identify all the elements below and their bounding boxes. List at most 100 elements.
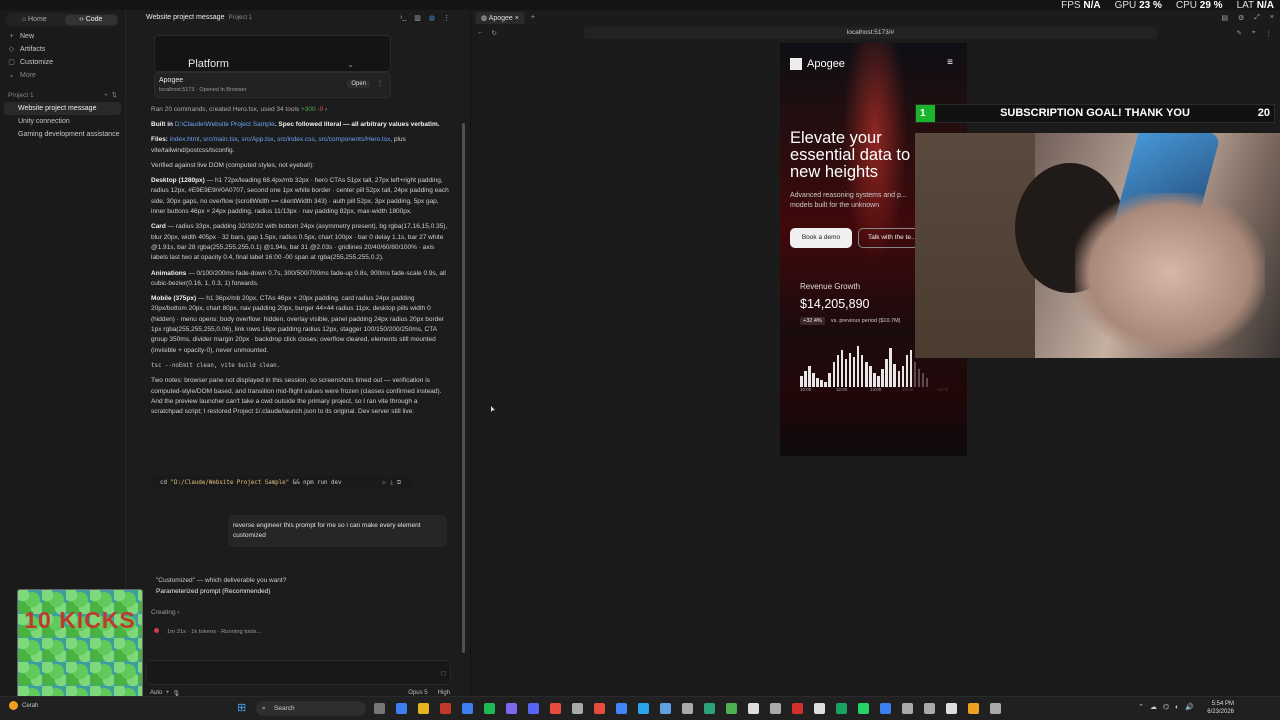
taskbar-app-icon[interactable] — [902, 703, 913, 714]
kicks-overlay: 10 KICKS — [17, 589, 143, 707]
taskbar-app-icon[interactable] — [572, 703, 583, 714]
reload-icon[interactable]: ↻ — [492, 29, 497, 37]
revenue-chart — [800, 341, 930, 387]
inspect-icon[interactable]: ⌖ — [1252, 29, 1256, 37]
filter-icon[interactable]: ⇅ — [112, 92, 117, 99]
taskbar-app-icon[interactable] — [770, 703, 781, 714]
sidebar-item-new[interactable]: + New — [0, 30, 125, 43]
panel-icon[interactable]: ▤ — [1221, 14, 1228, 22]
clock-date: 6/23/2026 — [1207, 709, 1234, 715]
chart-bar — [816, 377, 819, 387]
taskbar-app-icon[interactable] — [814, 703, 825, 714]
file-link[interactable]: src/components/Hero.tsx — [318, 136, 390, 143]
sidebar-item-artifacts[interactable]: ◇ Artifacts — [0, 43, 125, 56]
menu-icon[interactable]: ≡ — [947, 57, 953, 68]
taskbar-app-icon[interactable] — [550, 703, 561, 714]
panel-icon[interactable]: ▥ — [414, 14, 421, 22]
send-icon[interactable]: ◻ — [441, 670, 446, 677]
path-link[interactable]: D:\Claude\Website Project Sample — [175, 121, 275, 128]
creating-label: Creating — [151, 609, 176, 616]
book-demo-button[interactable]: Book a demo — [790, 228, 852, 248]
user-message: reverse engineer this prompt for me so i… — [228, 515, 447, 547]
file-link[interactable]: src/index.css — [277, 136, 315, 143]
chart-bar — [877, 375, 880, 387]
project-item[interactable]: Website project message — [4, 102, 121, 115]
project-item[interactable]: Gaming development assistance — [0, 128, 125, 141]
taskbar-app-icon[interactable] — [418, 703, 429, 714]
taskbar-app-icon[interactable] — [462, 703, 473, 714]
taskbar-app-icon[interactable] — [748, 703, 759, 714]
mobile-text: — h1 36px/mb 20px, CTAs 46px × 20px padd… — [151, 295, 445, 354]
taskbar-app-icon[interactable] — [836, 703, 847, 714]
file-link[interactable]: src/App.tsx — [241, 136, 273, 143]
url-field[interactable]: localhost:5173/# — [584, 26, 1157, 39]
file-link[interactable]: src/main.tsx — [203, 136, 238, 143]
taskbar-app-icon[interactable] — [528, 703, 539, 714]
taskbar-app-icon[interactable] — [638, 703, 649, 714]
taskbar-app-icon[interactable] — [660, 703, 671, 714]
chevron-right-icon: › — [325, 106, 328, 113]
browser-tab[interactable]: ◍ Apogee × — [475, 11, 525, 24]
taskbar-app-icon[interactable] — [946, 703, 957, 714]
creating-status[interactable]: Creating › — [151, 609, 180, 616]
clock[interactable]: 5:54 PM 6/23/2026 — [1207, 700, 1234, 716]
project-item[interactable]: Unity connection — [0, 115, 125, 128]
taskbar-app-icon[interactable] — [792, 703, 803, 714]
expand-icon[interactable]: ⤢ — [1254, 14, 1260, 22]
taskbar-app-icon[interactable] — [924, 703, 935, 714]
chat-panel: Website project message Project 1 ›_ ▥ ◍… — [125, 10, 470, 697]
stop-icon[interactable] — [154, 628, 159, 633]
chevron-right-icon: › — [177, 609, 180, 616]
close-icon[interactable]: × — [1270, 14, 1274, 22]
customize-icon: ▢ — [8, 59, 15, 66]
chart-bar — [869, 366, 872, 387]
taskbar-app-icon[interactable] — [968, 703, 979, 714]
taskbar-app-icon[interactable] — [506, 703, 517, 714]
tab-home[interactable]: ⌂ Home — [8, 15, 61, 25]
more-icon[interactable]: ⋮ — [1266, 29, 1273, 37]
back-icon[interactable]: ← — [477, 29, 484, 36]
desktop-label: Desktop (1280px) — [151, 177, 205, 185]
new-tab-icon[interactable]: + — [531, 14, 535, 21]
taskbar-app-icon[interactable] — [440, 703, 451, 714]
home-icon: ⌂ — [21, 16, 27, 23]
taskbar-app-icon[interactable] — [396, 703, 407, 714]
scrollbar[interactable] — [462, 123, 465, 653]
more-icon[interactable]: ⋮ — [443, 14, 450, 22]
file-link[interactable]: index.html — [170, 136, 200, 143]
taskbar-app-icon[interactable] — [682, 703, 693, 714]
add-icon[interactable]: + — [104, 92, 108, 99]
tool-summary[interactable]: Ran 20 commands, created Hero.tsx, used … — [151, 106, 327, 113]
project-section-title: Project 1 — [8, 92, 34, 99]
more-icon[interactable]: ⋮ — [377, 80, 383, 87]
taskbar-app-icon[interactable] — [704, 703, 715, 714]
site-logo[interactable]: Apogee — [790, 58, 845, 70]
terminal-icon[interactable]: ›_ — [400, 14, 406, 22]
windows-start-icon[interactable]: ⊞ — [237, 702, 249, 714]
sidebar-item-customize[interactable]: ▢ Customize — [0, 56, 125, 69]
globe-icon: ◍ — [481, 14, 488, 22]
sidebar-item-more[interactable]: ⌄ More — [0, 69, 125, 82]
edit-icon[interactable]: ✎ — [1236, 29, 1241, 37]
chart-bar — [865, 361, 868, 387]
open-button[interactable]: Open — [347, 80, 370, 88]
system-tray[interactable]: ⌃☁⌬◐🔊 — [1138, 703, 1200, 711]
taskbar-app-icon[interactable] — [594, 703, 605, 714]
close-icon[interactable]: × — [515, 15, 519, 22]
weather-widget[interactable]: Cerah — [9, 701, 38, 710]
copy-icon[interactable]: ⧉ — [397, 480, 405, 486]
card-label: Card — [151, 223, 166, 231]
taskbar-app-icon[interactable] — [616, 703, 627, 714]
chat-input[interactable]: ◻ — [146, 660, 451, 685]
preview-icon[interactable]: ◍ — [429, 14, 435, 22]
settings-icon[interactable]: ⚙ — [1238, 14, 1244, 22]
taskbar-app-icon[interactable] — [484, 703, 495, 714]
taskbar-app-icon[interactable] — [990, 703, 1001, 714]
tab-code[interactable]: ‹› Code — [64, 15, 117, 25]
taskbar-app-icon[interactable] — [858, 703, 869, 714]
taskbar-app-icon[interactable] — [726, 703, 737, 714]
taskbar-search[interactable]: ⌕ Search — [256, 701, 366, 716]
revenue-pct: +32.4% — [800, 317, 825, 325]
taskbar-app-icon[interactable] — [374, 703, 385, 714]
taskbar-app-icon[interactable] — [880, 703, 891, 714]
